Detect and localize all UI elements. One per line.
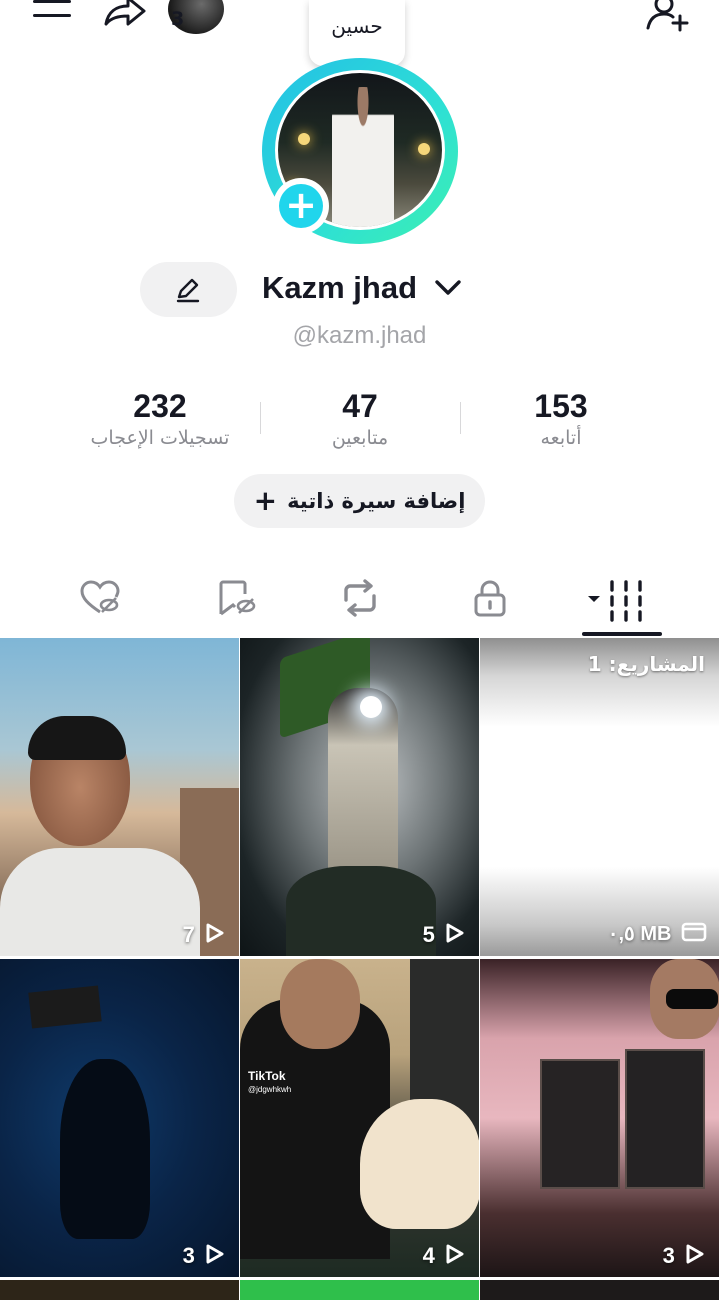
username-text: @kazm.jhad [292, 322, 427, 349]
storage-icon [681, 922, 707, 942]
likes-label: تسجيلات الإعجاب [90, 427, 230, 449]
play-icon [206, 923, 224, 943]
tab-favorites[interactable] [205, 572, 265, 626]
likes-stat[interactable]: 232 تسجيلات الإعجاب [50, 388, 270, 449]
share-icon[interactable] [100, 0, 148, 28]
followers-count: 47 [342, 388, 378, 424]
play-icon [206, 1244, 224, 1264]
display-name[interactable]: Kazm jhad [262, 270, 417, 306]
play-count: 3 [183, 1243, 225, 1269]
followers-stat[interactable]: 47 متابعين [250, 388, 470, 449]
storage-size: ٠,٥ MB [608, 921, 707, 946]
following-count: 153 [534, 388, 588, 424]
active-tab-indicator [582, 632, 662, 636]
plus-icon: + [279, 184, 323, 228]
add-story-button[interactable]: + [273, 178, 329, 234]
play-count: 4 [423, 1243, 465, 1269]
heart-hidden-icon [80, 580, 120, 614]
following-stat[interactable]: 153 أتابعه [451, 388, 671, 449]
plus-icon: + [253, 484, 278, 517]
tab-videos[interactable] [578, 572, 654, 626]
play-icon [446, 1244, 464, 1264]
video-tile[interactable] [480, 1280, 719, 1300]
add-bio-button[interactable]: إضافة سيرة ذاتية + [234, 474, 485, 528]
video-tile[interactable]: 3 [0, 959, 239, 1277]
followers-label: متابعين [331, 427, 389, 449]
nickname-bubble: حسين [309, 0, 405, 66]
tab-reposts[interactable] [330, 572, 390, 626]
add-friend-icon[interactable] [644, 0, 692, 32]
repost-icon [344, 579, 376, 617]
video-grid: 7 5 المشاريع: 1 ٠,٥ MB 3 TikTok @jdgwhkw… [0, 638, 719, 1300]
add-bio-label: إضافة سيرة ذاتية [287, 489, 466, 513]
following-label: أتابعه [540, 427, 582, 449]
story-count: 3 [171, 8, 185, 30]
play-count: 5 [423, 922, 465, 948]
chevron-down-icon[interactable] [434, 278, 462, 298]
video-tile[interactable]: 5 [240, 638, 479, 956]
username: @kazm.jhad [0, 322, 719, 350]
play-icon [686, 1244, 704, 1264]
pencil-icon [176, 278, 200, 303]
video-tile[interactable] [0, 1280, 239, 1300]
grid-videos-icon [588, 580, 642, 622]
lock-icon [474, 580, 506, 617]
tiktok-watermark: TikTok @jdgwhkwh [248, 1069, 292, 1094]
play-count: 7 [183, 922, 225, 948]
tab-private[interactable] [460, 572, 520, 626]
edit-profile-button[interactable] [140, 262, 237, 317]
drafts-tile[interactable]: المشاريع: 1 ٠,٥ MB [480, 638, 719, 956]
tab-liked-videos[interactable] [70, 572, 130, 626]
video-tile[interactable]: 7 [0, 638, 239, 956]
likes-count: 232 [133, 388, 187, 424]
video-tile[interactable]: TikTok @jdgwhkwh 4 [240, 959, 479, 1277]
play-count: 3 [663, 1243, 705, 1269]
bookmark-hidden-icon [219, 580, 256, 616]
projects-label: المشاريع: 1 [587, 652, 705, 676]
menu-icon[interactable] [33, 0, 71, 20]
video-tile[interactable]: 3 [480, 959, 719, 1277]
video-tile[interactable] [240, 1280, 479, 1300]
play-icon [446, 923, 464, 943]
